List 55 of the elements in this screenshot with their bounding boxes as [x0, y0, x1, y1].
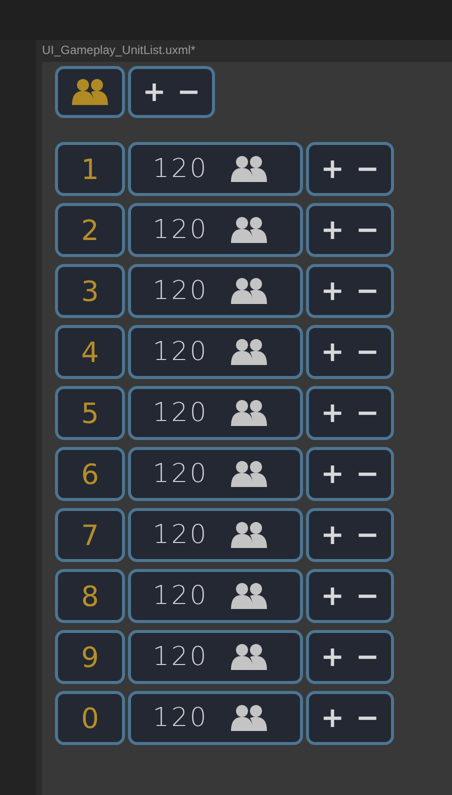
- unit-number: 8: [55, 569, 125, 623]
- units-icon: [230, 155, 268, 183]
- unit-number: 4: [55, 325, 125, 379]
- units-icon: [230, 338, 268, 366]
- unit-count: 120: [152, 642, 208, 672]
- unit-number: 7: [55, 508, 125, 562]
- unit-count: 120: [152, 398, 208, 428]
- unit-number: 3: [55, 264, 125, 318]
- minus-button[interactable]: −: [352, 338, 384, 366]
- document-tab-title[interactable]: UI_Gameplay_UnitList.uxml*: [36, 40, 452, 62]
- plus-button[interactable]: +: [316, 643, 348, 671]
- minus-button[interactable]: −: [352, 521, 384, 549]
- units-icon: [230, 277, 268, 305]
- plus-button[interactable]: +: [316, 704, 348, 732]
- plus-button[interactable]: +: [316, 521, 348, 549]
- unit-count: 120: [152, 459, 208, 489]
- unit-count: 120: [152, 337, 208, 367]
- minus-button[interactable]: −: [352, 582, 384, 610]
- plus-button[interactable]: +: [316, 277, 348, 305]
- units-icon: [230, 704, 268, 732]
- unit-number: 2: [55, 203, 125, 257]
- minus-button[interactable]: −: [352, 155, 384, 183]
- unit-number: 9: [55, 630, 125, 684]
- units-icon: [71, 78, 109, 106]
- units-icon: [230, 582, 268, 610]
- units-icon: [230, 521, 268, 549]
- units-icon: [230, 216, 268, 244]
- plus-button[interactable]: +: [316, 338, 348, 366]
- unit-count: 120: [152, 215, 208, 245]
- minus-button[interactable]: −: [352, 277, 384, 305]
- unit-number: 5: [55, 386, 125, 440]
- unit-filter-button[interactable]: [55, 66, 125, 118]
- unit-count: 120: [152, 703, 208, 733]
- minus-button[interactable]: −: [352, 704, 384, 732]
- units-icon: [230, 643, 268, 671]
- units-icon: [230, 399, 268, 427]
- unit-count: 120: [152, 581, 208, 611]
- minus-button[interactable]: −: [352, 399, 384, 427]
- minus-button[interactable]: −: [352, 216, 384, 244]
- minus-button[interactable]: −: [352, 643, 384, 671]
- plus-button[interactable]: +: [316, 216, 348, 244]
- plus-button[interactable]: +: [316, 582, 348, 610]
- unit-count: 120: [152, 154, 208, 184]
- units-icon: [230, 460, 268, 488]
- plus-button[interactable]: +: [316, 460, 348, 488]
- plus-button[interactable]: +: [138, 78, 170, 106]
- plus-button[interactable]: +: [316, 155, 348, 183]
- plus-button[interactable]: +: [316, 399, 348, 427]
- unit-number: 1: [55, 142, 125, 196]
- minus-button[interactable]: −: [352, 460, 384, 488]
- unit-number: 6: [55, 447, 125, 501]
- minus-button[interactable]: −: [173, 78, 204, 106]
- unit-number: 0: [55, 691, 125, 745]
- unit-count: 120: [152, 276, 208, 306]
- unit-count: 120: [152, 520, 208, 550]
